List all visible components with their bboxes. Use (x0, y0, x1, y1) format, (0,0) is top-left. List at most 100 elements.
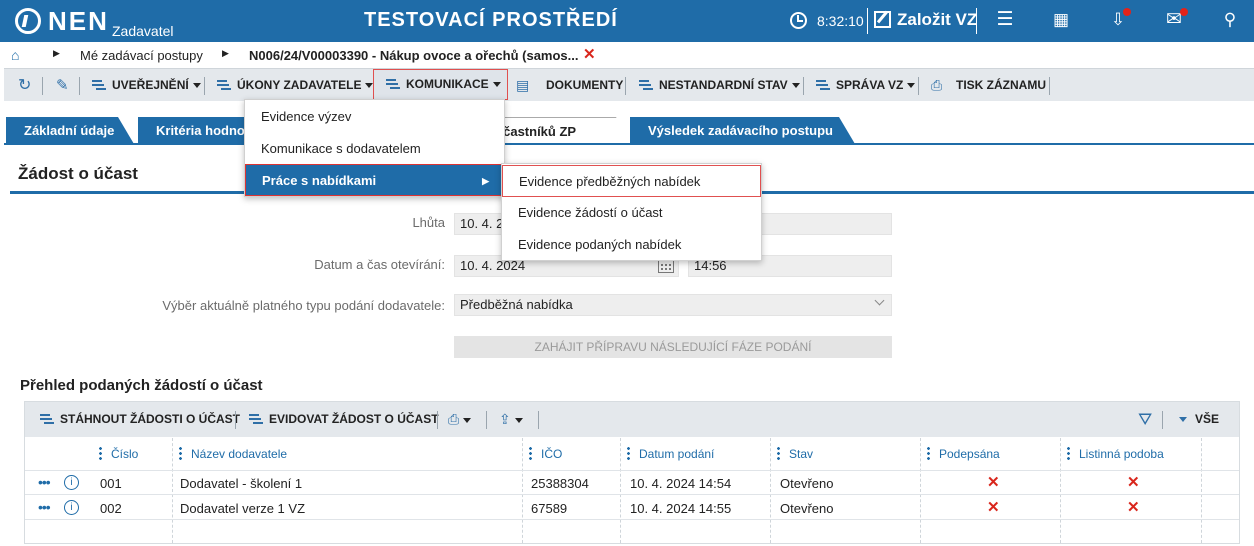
divider (204, 77, 205, 95)
menu-uverejneni[interactable]: UVEŘEJNĚNÍ (92, 69, 201, 102)
logo-text[interactable]: NEN (48, 6, 109, 37)
list-icon (92, 80, 106, 90)
caret-down-icon (492, 82, 501, 87)
column-header-datum[interactable]: Datum podání (627, 438, 714, 471)
download-requests-button[interactable]: STÁHNOUT ŽÁDOSTI O ÚČAST (40, 402, 240, 437)
cross-icon: ✕ (1127, 474, 1140, 491)
menu-item-evidence-zadosti-o-ucast[interactable]: Evidence žádostí o účast (502, 197, 761, 229)
column-menu-icon[interactable] (99, 446, 102, 460)
cell-ico: 25388304 (531, 476, 589, 491)
column-divider (1060, 438, 1061, 543)
home-icon[interactable]: ⌂ (11, 47, 19, 63)
column-label: Datum podání (639, 447, 715, 461)
refresh-icon[interactable]: ↻ (18, 69, 31, 102)
record-request-button[interactable]: EVIDOVAT ŽÁDOST O ÚČAST (249, 402, 439, 437)
menu-label: KOMUNIKACE (406, 77, 489, 91)
breadcrumb-item-current[interactable]: N006/24/V00003390 - Nákup ovoce a ořechů… (249, 48, 579, 63)
show-all-button[interactable]: VŠE (1175, 402, 1219, 437)
menu-nestandardni-stav[interactable]: NESTANDARDNÍ STAV (639, 69, 800, 102)
column-label: Číslo (111, 447, 139, 461)
column-menu-icon[interactable] (927, 446, 930, 460)
column-label: Stav (789, 447, 814, 461)
divider (1049, 77, 1050, 95)
column-divider (620, 438, 621, 543)
print-icon[interactable]: ⎙ (448, 402, 472, 437)
lhuta-field[interactable]: 10. 4. 2 (454, 213, 506, 235)
cell-cislo: 001 (100, 476, 122, 491)
row-separator (25, 494, 1239, 495)
divider (79, 77, 80, 95)
column-header-podepsana[interactable]: Podepsána (927, 438, 1000, 471)
list-icon (816, 80, 830, 90)
column-header-cislo[interactable]: Číslo (99, 438, 138, 471)
menu-komunikace[interactable]: KOMUNIKACE (373, 69, 508, 100)
column-divider (172, 438, 173, 543)
export-icon[interactable]: ⇪ (499, 402, 523, 437)
menu-sprava-vz[interactable]: SPRÁVA VZ (816, 69, 916, 102)
divider (538, 411, 539, 429)
info-icon[interactable]: i (64, 475, 79, 490)
column-menu-icon[interactable] (777, 446, 780, 460)
divider (42, 77, 43, 95)
filter-icon[interactable]: ⛛ (1138, 402, 1152, 437)
tabs-underline (4, 143, 1254, 145)
column-header-nazev[interactable]: Název dodavatele (179, 438, 287, 471)
clock-icon (790, 12, 807, 29)
info-icon[interactable]: i (64, 500, 79, 515)
column-divider (522, 438, 523, 543)
nen-logo-icon[interactable] (15, 8, 41, 34)
more-icon[interactable]: ••• (38, 499, 51, 515)
column-header-listinna[interactable]: Listinná podoba (1067, 438, 1164, 471)
user-icon[interactable]: ⚲ (1218, 10, 1242, 30)
menu-item-komunikace-s-dodavatelem[interactable]: Komunikace s dodavatelem (245, 133, 504, 165)
list-icon (386, 79, 400, 89)
divider (235, 411, 236, 429)
divider (918, 77, 919, 95)
cell-ico: 67589 (531, 501, 568, 516)
column-menu-icon[interactable] (627, 446, 630, 460)
more-icon[interactable]: ••• (38, 474, 51, 490)
menu-dokumenty[interactable]: DOKUMENTY (546, 69, 623, 102)
typ-podani-select[interactable]: Předběžná nabídka (454, 294, 892, 316)
komunikace-dropdown: Evidence výzev Komunikace s dodavatelem … (244, 99, 505, 197)
caret-down-icon (514, 418, 523, 423)
column-menu-icon[interactable] (1067, 446, 1070, 460)
menu-item-prace-s-nabidkami[interactable]: Práce s nabídkami ▶ (245, 164, 504, 196)
column-label: Podepsána (939, 447, 1000, 461)
cell-stav: Otevřeno (780, 476, 834, 491)
close-icon[interactable]: ✕ (583, 45, 596, 63)
print-icon: ⎙ (931, 77, 943, 93)
breadcrumb: ⌂ ▶ Mé zadávací postupy ▶ N006/24/V00003… (0, 42, 1254, 68)
column-menu-icon[interactable] (179, 446, 182, 460)
column-header-stav[interactable]: Stav (777, 438, 813, 471)
button-label: EVIDOVAT ŽÁDOST O ÚČAST (269, 412, 439, 426)
row-separator (25, 519, 1239, 520)
caret-down-icon (907, 83, 916, 88)
menu-label: SPRÁVA VZ (836, 78, 904, 92)
column-menu-icon[interactable] (529, 446, 532, 460)
cross-icon: ✕ (987, 474, 1000, 491)
menu-tisk-zaznamu[interactable]: TISK ZÁZNAMU (956, 69, 1046, 102)
menu-item-evidence-vyzev[interactable]: Evidence výzev (245, 101, 504, 133)
column-header-ico[interactable]: IČO (529, 438, 562, 471)
menu-icon[interactable]: ☰ (993, 10, 1017, 30)
next-phase-button[interactable]: ZAHÁJIT PŘÍPRAVU NÁSLEDUJÍCÍ FÁZE PODÁNÍ (454, 336, 892, 358)
calendar-icon[interactable] (658, 259, 674, 273)
chevron-right-icon: ▶ (53, 48, 60, 58)
lhuta-label: Lhůta (412, 215, 445, 230)
tab-zakladni-udaje[interactable]: Základní údaje (6, 117, 134, 144)
breadcrumb-item[interactable]: Mé zadávací postupy (80, 48, 203, 63)
menu-item-evidence-predbeznych-nabidek[interactable]: Evidence předběžných nabídek (502, 165, 761, 197)
menu-label: NESTANDARDNÍ STAV (659, 78, 788, 92)
menu-item-evidence-podanych-nabidek[interactable]: Evidence podaných nabídek (502, 229, 761, 261)
pencil-icon[interactable]: ✎ (56, 69, 69, 102)
edit-icon[interactable] (874, 11, 891, 28)
create-vz-button[interactable]: Založit VZ (897, 10, 977, 30)
cell-nazev: Dodavatel verze 1 VZ (180, 501, 306, 516)
menu-ukony-zadavatele[interactable]: ÚKONY ZADAVATELE (217, 69, 374, 102)
calculator-icon[interactable]: ▦ (1049, 10, 1073, 30)
divider (867, 8, 868, 34)
prace-s-nabidkami-submenu: Evidence předběžných nabídek Evidence žá… (501, 163, 762, 261)
tab-vysledek[interactable]: Výsledek zadávacího postupu (630, 117, 855, 144)
column-label: Listinná podoba (1079, 447, 1164, 461)
